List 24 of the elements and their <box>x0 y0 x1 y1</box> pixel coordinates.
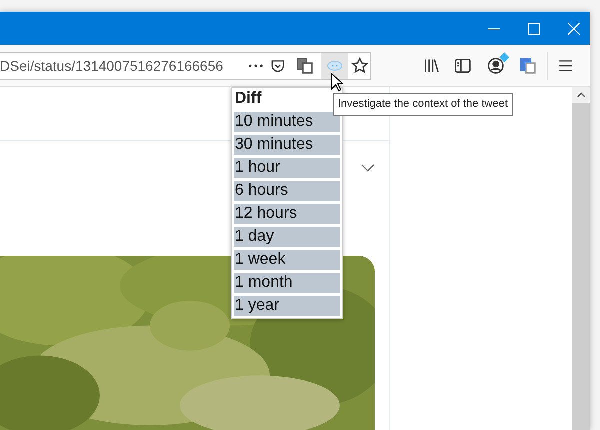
star-icon[interactable] <box>351 56 369 74</box>
maximize-icon[interactable] <box>528 22 540 34</box>
menu-item[interactable]: 1 day <box>234 227 340 247</box>
menu-item[interactable]: 1 month <box>234 273 340 293</box>
chevron-down-icon[interactable] <box>361 162 375 173</box>
account-icon[interactable] <box>487 56 505 74</box>
sidebar-icon[interactable] <box>454 56 472 74</box>
menu-item[interactable]: 6 hours <box>234 181 340 201</box>
menu-item[interactable]: 30 minutes <box>234 135 340 155</box>
url-text: DSei/status/1314007516276166656 <box>0 56 224 74</box>
close-icon[interactable] <box>568 22 580 34</box>
scrollbar[interactable] <box>572 87 590 430</box>
scroll-up-icon[interactable] <box>576 92 586 98</box>
menu-icon[interactable] <box>558 58 574 74</box>
address-bar[interactable]: DSei/status/1314007516276166656 <box>0 52 371 80</box>
tooltip: Investigate the context of the tweet <box>333 93 513 116</box>
menu-item[interactable]: 1 year <box>234 296 340 316</box>
menu-item[interactable]: 1 hour <box>234 158 340 178</box>
pocket-icon[interactable] <box>270 58 286 74</box>
menu-title: Diff <box>234 89 263 109</box>
library-icon[interactable] <box>423 56 441 74</box>
menu-item[interactable]: 1 week <box>234 250 340 270</box>
menu-item[interactable]: 12 hours <box>234 204 340 224</box>
menu-item[interactable]: 10 minutes <box>234 112 340 132</box>
